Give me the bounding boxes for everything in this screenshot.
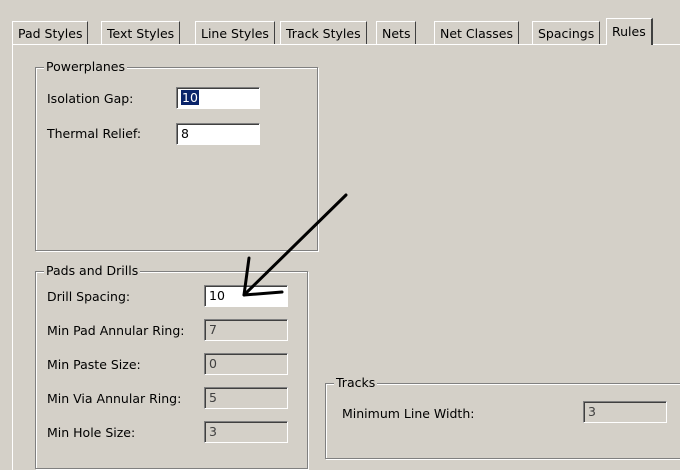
thermal-relief-input[interactable]: 8 bbox=[176, 123, 260, 145]
tab-label: Line Styles bbox=[201, 26, 269, 41]
isolation-gap-label: Isolation Gap: bbox=[47, 91, 134, 106]
tab-page-rules: Powerplanes Isolation Gap: 10 Thermal Re… bbox=[12, 44, 680, 470]
powerplanes-group: Powerplanes Isolation Gap: 10 Thermal Re… bbox=[35, 59, 318, 251]
min-via-annular-input[interactable]: 5 bbox=[204, 387, 288, 409]
min-hole-label: Min Hole Size: bbox=[47, 425, 136, 440]
min-hole-value: 3 bbox=[209, 424, 217, 439]
tab-track-styles[interactable]: Track Styles bbox=[280, 21, 367, 44]
thermal-relief-value: 8 bbox=[181, 126, 189, 141]
tab-nets[interactable]: Nets bbox=[376, 21, 417, 44]
min-line-width-label: Minimum Line Width: bbox=[342, 406, 475, 421]
min-pad-annular-label: Min Pad Annular Ring: bbox=[47, 323, 185, 338]
tab-text-styles[interactable]: Text Styles bbox=[101, 21, 181, 44]
group-title: Powerplanes bbox=[44, 59, 127, 75]
min-paste-input[interactable]: 0 bbox=[204, 353, 288, 375]
tab-pad-styles[interactable]: Pad Styles bbox=[12, 21, 89, 44]
min-via-annular-value: 5 bbox=[209, 390, 217, 405]
tab-label: Net Classes bbox=[440, 26, 514, 41]
min-via-annular-label: Min Via Annular Ring: bbox=[47, 391, 182, 406]
dialog: Pad Styles Text Styles Line Styles Track… bbox=[0, 0, 680, 470]
isolation-gap-value: 10 bbox=[181, 90, 199, 105]
tab-rules[interactable]: Rules bbox=[606, 18, 653, 45]
drill-spacing-input[interactable]: 10 bbox=[204, 285, 288, 307]
thermal-relief-label: Thermal Relief: bbox=[47, 126, 142, 141]
min-paste-value: 0 bbox=[209, 356, 217, 371]
drill-spacing-label: Drill Spacing: bbox=[47, 289, 131, 304]
min-line-width-input[interactable]: 3 bbox=[583, 401, 667, 423]
tab-line-styles[interactable]: Line Styles bbox=[195, 21, 275, 44]
min-hole-input[interactable]: 3 bbox=[204, 421, 288, 443]
tab-label: Nets bbox=[382, 26, 411, 41]
min-pad-annular-value: 7 bbox=[209, 322, 217, 337]
tab-label: Rules bbox=[612, 24, 646, 39]
isolation-gap-input[interactable]: 10 bbox=[176, 87, 260, 109]
group-title: Pads and Drills bbox=[44, 263, 141, 279]
min-paste-label: Min Paste Size: bbox=[47, 357, 141, 372]
pads-drills-group: Pads and Drills Drill Spacing: 10 Min Pa… bbox=[35, 263, 308, 469]
tab-label: Spacings bbox=[538, 26, 595, 41]
tab-net-classes[interactable]: Net Classes bbox=[434, 21, 520, 44]
group-title: Tracks bbox=[334, 375, 378, 391]
tab-label: Pad Styles bbox=[18, 26, 83, 41]
tracks-group: Tracks Minimum Line Width: 3 bbox=[325, 375, 680, 459]
tab-label: Text Styles bbox=[107, 26, 175, 41]
drill-spacing-value: 10 bbox=[209, 288, 225, 303]
min-line-width-value: 3 bbox=[588, 404, 596, 419]
min-pad-annular-input[interactable]: 7 bbox=[204, 319, 288, 341]
tab-label: Track Styles bbox=[286, 26, 361, 41]
tab-spacings[interactable]: Spacings bbox=[532, 21, 601, 44]
